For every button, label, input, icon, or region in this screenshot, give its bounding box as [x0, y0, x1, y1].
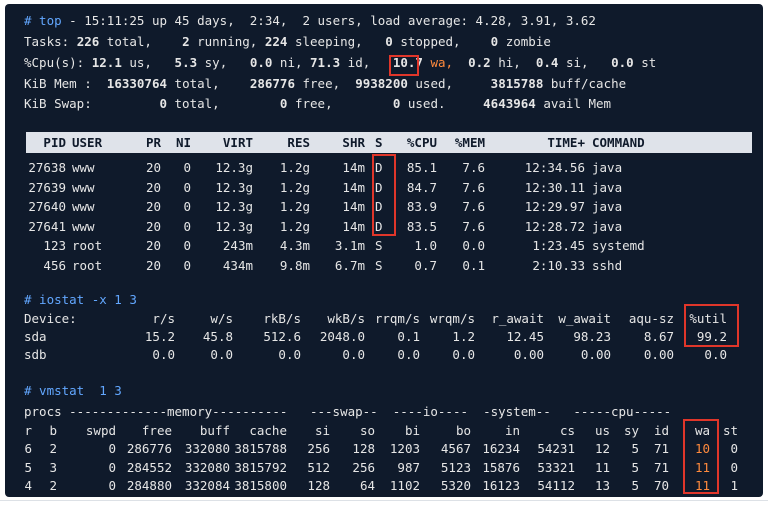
- cpu-id-label: id,: [340, 55, 371, 70]
- proc-cell-command: sshd: [592, 257, 623, 273]
- cpu-line: %Cpu(s): 12.1 us, 5.3 sy, 0.0 ni, 71.3 i…: [24, 54, 656, 72]
- proc-cell-mem: 7.6: [462, 218, 485, 234]
- tasks-total-label: total,: [99, 34, 152, 49]
- proc-header-command: COMMAND: [592, 135, 645, 150]
- tasks-total: 226: [76, 34, 100, 49]
- cpu-label: %Cpu(s):: [24, 55, 85, 70]
- iostat-cell-0: sdb: [24, 347, 47, 362]
- proc-header-pid: PID: [43, 135, 66, 150]
- footer-bar: [0, 500, 768, 513]
- top-prompt: # top: [24, 13, 62, 28]
- swap-total: 0: [159, 96, 167, 111]
- tasks-running-label: running,: [189, 34, 258, 49]
- proc-cell-pid: 27639: [28, 179, 66, 195]
- proc-cell-command: java: [592, 179, 623, 195]
- vmstat-prompt: # vmstat 1 3: [24, 383, 122, 398]
- proc-cell-pid: 123: [43, 238, 66, 253]
- vmstat-group-header: procs -------------memory---------- ---s…: [24, 404, 672, 419]
- tasks-line: Tasks: 226 total, 2 running, 224 sleepin…: [24, 33, 551, 51]
- iostat-cell-0: sda: [24, 329, 47, 344]
- proc-cell-time: 2:10.33: [532, 257, 585, 273]
- proc-cell-mem: 0.0: [462, 238, 485, 253]
- swap-avail: 4643964: [483, 96, 536, 111]
- state-d-highlight-box: [372, 154, 396, 236]
- proc-cell-time: 12:30.11: [524, 179, 585, 195]
- cpu-st-label: st: [633, 55, 657, 70]
- proc-cell-command: java: [592, 199, 623, 214]
- proc-cell-pid: 456: [43, 257, 66, 273]
- cpu-si-label: si,: [558, 55, 589, 70]
- swap-total-label: total,: [167, 96, 220, 111]
- mem-total: 16330764: [106, 76, 168, 91]
- mem-cache-label: buff/cache: [543, 76, 627, 91]
- tasks-sleeping: 224: [264, 34, 288, 49]
- cpu-id: 71.3: [310, 55, 341, 70]
- uptime-text: - 15:11:25 up 45 days, 2:34, 2 users, lo…: [61, 13, 596, 28]
- cpu-ni: 0.0: [249, 55, 273, 70]
- top-uptime-line: # top - 15:11:25 up 45 days, 2:34, 2 use…: [24, 12, 596, 30]
- mem-cache: 3815788: [490, 76, 544, 91]
- cpu-us: 12.1: [91, 55, 122, 70]
- cpu-ni-label: ni,: [272, 55, 303, 70]
- swap-used-label: used.: [400, 96, 446, 111]
- mem-total-label: total,: [167, 76, 220, 91]
- proc-header-time: TIME+: [547, 135, 585, 150]
- proc-cell-command: java: [592, 160, 623, 175]
- mem-used: 9938200: [355, 76, 408, 91]
- tasks-label: Tasks:: [24, 34, 70, 49]
- cpu-hi: 0.2: [468, 55, 491, 70]
- proc-cell-mem: 0.1: [462, 257, 485, 273]
- cpu-sy: 5.3: [174, 55, 198, 70]
- proc-cell-time: 12:34.56: [524, 160, 585, 175]
- mem-used-label: used,: [407, 76, 454, 91]
- mem-free: 286776: [249, 76, 295, 91]
- proc-cell-pid: 27638: [28, 160, 66, 175]
- cpu-sy-label: sy,: [197, 55, 228, 70]
- proc-cell-command: java: [592, 218, 623, 234]
- iostat-prompt: # iostat -x 1 3: [24, 292, 137, 307]
- swap-label: KiB Swap:: [24, 96, 92, 111]
- iostat-header-0: Device:: [24, 311, 77, 326]
- tasks-zombie-label: zombie: [498, 34, 551, 49]
- mem-label: KiB Mem :: [24, 76, 92, 91]
- swap-free-label: free,: [287, 96, 333, 111]
- cpu-si: 0.4: [535, 55, 559, 70]
- cpu-us-label: us,: [121, 55, 152, 70]
- tasks-stopped: 0: [385, 34, 393, 49]
- proc-cell-command: systemd: [592, 238, 645, 253]
- proc-cell-mem: 7.6: [462, 160, 485, 175]
- proc-cell-time: 12:29.97: [524, 199, 585, 214]
- util-highlight-box: [684, 304, 739, 347]
- cpu-wa-label: wa,: [430, 55, 454, 70]
- mem-line: KiB Mem : 16330764 total, 286776 free, 9…: [24, 75, 626, 93]
- proc-cell-mem: 7.6: [462, 199, 485, 214]
- vmstat-wa-highlight-box: [683, 419, 719, 494]
- iostat-cell-10: 0.0: [704, 347, 727, 362]
- cpu-st: 0.0: [611, 55, 634, 70]
- proc-cell-pid: 27640: [28, 199, 66, 214]
- proc-header-mem: %MEM: [454, 135, 485, 150]
- terminal-window[interactable]: # top - 15:11:25 up 45 days, 2:34, 2 use…: [5, 4, 763, 497]
- cpu-wa-highlight-box: [389, 55, 419, 76]
- tasks-stopped-label: stopped,: [392, 34, 461, 49]
- proc-cell-time: 12:28.72: [524, 218, 585, 234]
- proc-cell-pid: 27641: [28, 218, 66, 234]
- tasks-sleeping-label: sleeping,: [287, 34, 363, 49]
- proc-cell-mem: 7.6: [462, 179, 485, 195]
- proc-cell-time: 1:23.45: [532, 238, 585, 253]
- tasks-running: 2: [182, 34, 190, 49]
- cpu-hi-label: hi,: [490, 55, 521, 70]
- swap-avail-label: avail Mem: [535, 96, 612, 111]
- mem-free-label: free,: [294, 76, 341, 91]
- swap-line: KiB Swap: 0 total, 0 free, 0 used. 46439…: [24, 95, 611, 113]
